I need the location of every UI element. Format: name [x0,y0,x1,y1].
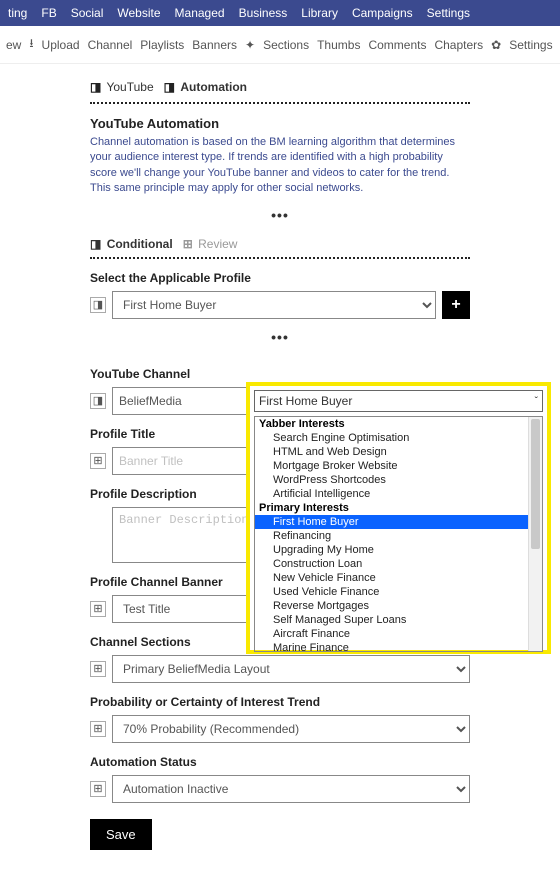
nav-item[interactable]: Managed [175,6,225,20]
save-button[interactable]: Save [90,819,152,850]
dropdown-highlight: First Home Buyer ˇ Yabber Interests Sear… [246,382,551,654]
page-description: Channel automation is based on the BM le… [90,135,470,197]
dropdown-selected[interactable]: First Home Buyer ˇ [254,390,543,412]
dropdown-option-selected[interactable]: First Home Buyer [255,515,542,529]
expand-icon[interactable]: ◨ [90,297,106,313]
add-profile-button[interactable]: + [442,291,470,319]
automation-status-select[interactable]: Automation Inactive [112,775,470,803]
dropdown-option[interactable]: WordPress Shortcodes [255,473,542,487]
breadcrumb: ◨ YouTube ◨ Automation [90,74,470,100]
toolbar-item[interactable]: Banners [192,38,237,52]
dropdown-option[interactable]: Self Managed Super Loans [255,613,542,627]
dropdown-option[interactable]: Aircraft Finance [255,627,542,641]
ellipsis-icon[interactable]: ••• [90,197,470,233]
toolbar-item[interactable]: Sections [263,38,309,52]
toolbar-item[interactable]: Playlists [140,38,184,52]
breadcrumb-item[interactable]: YouTube [106,80,153,94]
sub-breadcrumb-item[interactable]: Conditional [107,237,173,251]
nav-item[interactable]: Website [117,6,160,20]
toolbar-item[interactable]: Settings [509,38,552,52]
ellipsis-icon[interactable]: ••• [90,319,470,355]
option-group: Yabber Interests [255,417,542,431]
expand-icon[interactable]: ⊞ [90,781,106,797]
probability-select[interactable]: 70% Probability (Recommended) [112,715,470,743]
plus-square-icon[interactable]: ◨ [90,237,101,251]
chevron-down-icon: ˇ [535,396,538,407]
dropdown-option[interactable]: New Vehicle Finance [255,571,542,585]
toolbar-item[interactable]: Channel [88,38,133,52]
toolbar-item[interactable]: Comments [368,38,426,52]
expand-icon[interactable]: ⊞ [90,601,106,617]
sub-breadcrumb-item[interactable]: Review [198,237,237,251]
dropdown-option[interactable]: Used Vehicle Finance [255,585,542,599]
dropdown-list[interactable]: Yabber Interests Search Engine Optimisat… [254,416,543,652]
expand-icon[interactable]: ⊞ [90,661,106,677]
plus-square-icon[interactable]: ◨ [164,80,175,94]
expand-icon[interactable]: ⊞ [90,453,106,469]
expand-icon[interactable]: ⊞ [90,721,106,737]
dropdown-option[interactable]: Upgrading My Home [255,543,542,557]
dropdown-option[interactable]: Marine Finance [255,641,542,652]
dropdown-option[interactable]: Search Engine Optimisation [255,431,542,445]
nav-item[interactable]: ting [8,6,27,20]
plus-square-icon[interactable]: ⊞ [183,237,193,251]
nav-item[interactable]: Business [239,6,288,20]
dropdown-option[interactable]: Reverse Mortgages [255,599,542,613]
nav-item[interactable]: Settings [427,6,470,20]
dropdown-option[interactable]: Refinancing [255,529,542,543]
dropdown-option[interactable]: Construction Loan [255,557,542,571]
profile-select[interactable]: First Home Buyer [112,291,436,319]
profile-label: Select the Applicable Profile [90,271,470,285]
sub-breadcrumb: ◨ Conditional ⊞ Review [90,233,470,255]
download-icon[interactable]: ⭳ [29,34,33,55]
dropdown-option[interactable]: HTML and Web Design [255,445,542,459]
expand-icon[interactable]: ◨ [90,393,106,409]
nav-item[interactable]: FB [41,6,56,20]
divider [90,102,470,104]
nav-item[interactable]: Social [71,6,104,20]
dropdown-selected-label: First Home Buyer [259,394,352,408]
sub-toolbar: ew ⭳ Upload Channel Playlists Banners ✦ … [0,26,560,64]
left-cut-text: ew [6,38,21,52]
dropdown-scrollbar[interactable] [528,417,542,651]
probability-label: Probability or Certainty of Interest Tre… [90,695,470,709]
divider [90,257,470,259]
youtube-channel-label: YouTube Channel [90,367,470,381]
option-group: Primary Interests [255,501,542,515]
scrollbar-thumb[interactable] [531,419,540,549]
top-nav: ting FB Social Website Managed Business … [0,0,560,26]
gear-icon[interactable]: ✿ [491,38,501,52]
nav-item[interactable]: Campaigns [352,6,413,20]
plus-square-icon[interactable]: ◨ [90,80,101,94]
toolbar-item[interactable]: Thumbs [317,38,360,52]
breadcrumb-item-active: Automation [180,80,247,94]
nav-item[interactable]: Library [301,6,338,20]
automation-status-label: Automation Status [90,755,470,769]
puzzle-icon: ✦ [245,38,255,52]
toolbar-item[interactable]: Chapters [434,38,483,52]
toolbar-item[interactable]: Upload [42,38,80,52]
dropdown-option[interactable]: Mortgage Broker Website [255,459,542,473]
dropdown-option[interactable]: Artificial Intelligence [255,487,542,501]
channel-sections-select[interactable]: Primary BeliefMedia Layout [112,655,470,683]
page-title: YouTube Automation [90,116,470,131]
